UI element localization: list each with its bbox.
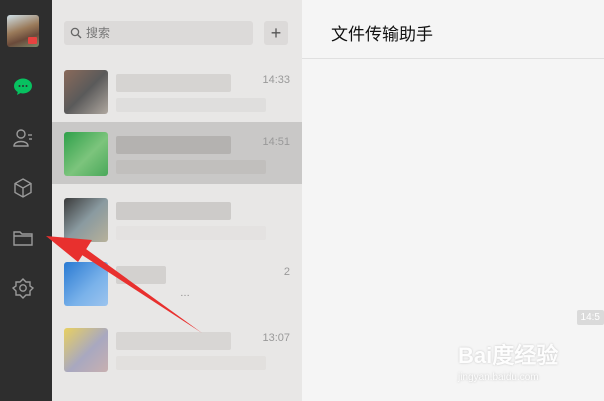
name-blur <box>116 74 231 92</box>
avatar <box>64 132 108 176</box>
watermark-logo: Bai度经验 <box>458 343 559 368</box>
add-button[interactable]: + <box>264 21 288 45</box>
search-icon <box>70 27 82 39</box>
search-box[interactable] <box>64 21 253 45</box>
settings-icon[interactable] <box>12 277 34 299</box>
preview-blur <box>116 98 266 112</box>
watermark: Bai度经验 jingyan.baidu.com <box>458 338 604 401</box>
contacts-icon[interactable] <box>12 127 34 149</box>
chat-icon[interactable] <box>12 76 34 98</box>
preview-blur <box>116 160 266 174</box>
avatar[interactable] <box>7 15 39 47</box>
name-blur <box>116 136 231 154</box>
list-item[interactable] <box>52 188 302 250</box>
search-input[interactable] <box>86 21 246 45</box>
chat-time: 13:07 <box>262 332 290 344</box>
chat-time: 14:33 <box>262 74 290 86</box>
name-blur <box>116 202 231 220</box>
chat-list: + 14:33 14:51 2 … 13:07 <box>52 0 302 401</box>
conversation-header: 文件传输助手 <box>302 0 604 59</box>
page-title: 文件传输助手 <box>331 25 433 44</box>
cube-icon[interactable] <box>12 177 34 199</box>
list-item[interactable]: 2 … <box>52 252 302 314</box>
avatar-badge <box>28 37 37 44</box>
avatar <box>64 198 108 242</box>
preview-blur <box>116 356 266 370</box>
name-blur <box>116 332 231 350</box>
preview-blur <box>116 226 266 240</box>
message-timestamp: 14:5 <box>576 310 604 325</box>
list-item-active[interactable]: 14:51 <box>52 122 302 184</box>
chat-time: 14:51 <box>262 136 290 148</box>
avatar <box>64 328 108 372</box>
watermark-url: jingyan.baidu.com <box>458 372 539 383</box>
chat-time: 2 <box>283 266 290 278</box>
list-item[interactable]: 13:07 <box>52 318 302 380</box>
avatar <box>64 262 108 306</box>
list-item[interactable]: 14:33 <box>52 60 302 122</box>
sidebar-rail <box>0 0 52 401</box>
chat-preview: … <box>180 288 190 299</box>
folder-icon[interactable] <box>12 227 34 249</box>
name-blur <box>116 266 166 284</box>
avatar <box>64 70 108 114</box>
